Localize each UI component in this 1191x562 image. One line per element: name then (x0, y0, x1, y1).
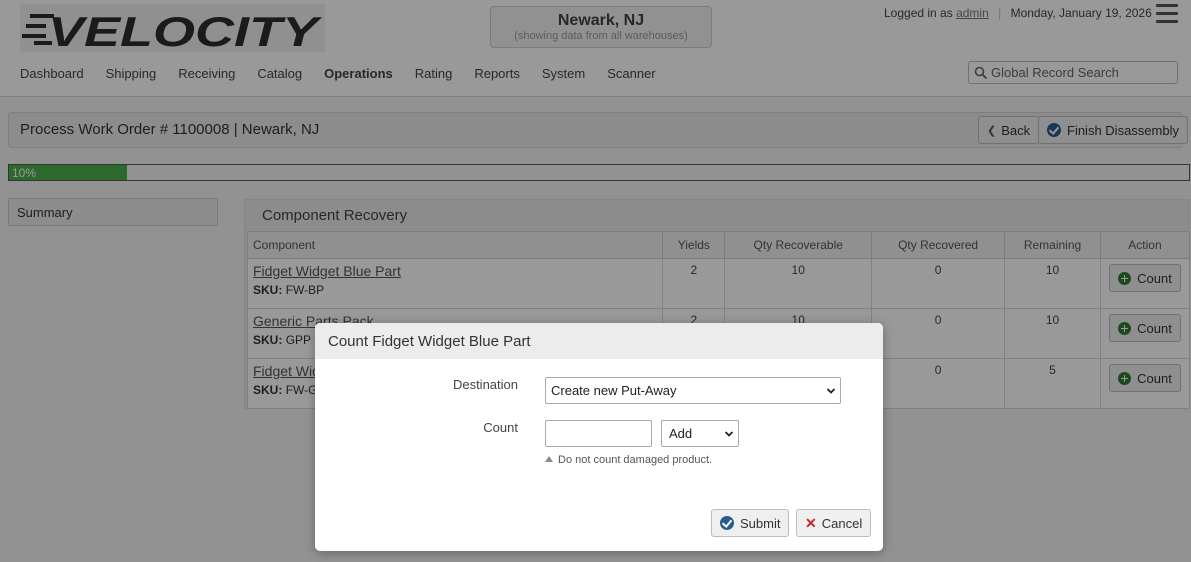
submit-label: Submit (740, 515, 781, 531)
count-modal: Count Fidget Widget Blue Part Destinatio… (315, 323, 883, 551)
hint-text: Do not count damaged product. (558, 454, 713, 466)
destination-select[interactable]: Create new Put-Away (545, 377, 841, 404)
check-circle-icon (720, 516, 734, 530)
modal-title: Count Fidget Widget Blue Part (315, 323, 883, 359)
chevron-down-icon (826, 388, 836, 394)
count-mode-value: Add (669, 426, 693, 441)
chevron-down-icon (724, 431, 734, 437)
cancel-label: Cancel (821, 515, 863, 531)
count-field-label: Count (483, 420, 518, 435)
destination-value: Create new Put-Away (551, 383, 677, 398)
cancel-button[interactable]: ✕ Cancel (796, 509, 872, 537)
count-hint: Do not count damaged product. (545, 454, 712, 466)
close-icon: ✕ (805, 514, 817, 531)
count-mode-select[interactable]: Add (661, 420, 739, 447)
destination-label: Destination (452, 377, 518, 392)
warning-triangle-icon (545, 456, 553, 462)
submit-button[interactable]: Submit (711, 509, 790, 537)
count-input[interactable] (545, 420, 652, 447)
